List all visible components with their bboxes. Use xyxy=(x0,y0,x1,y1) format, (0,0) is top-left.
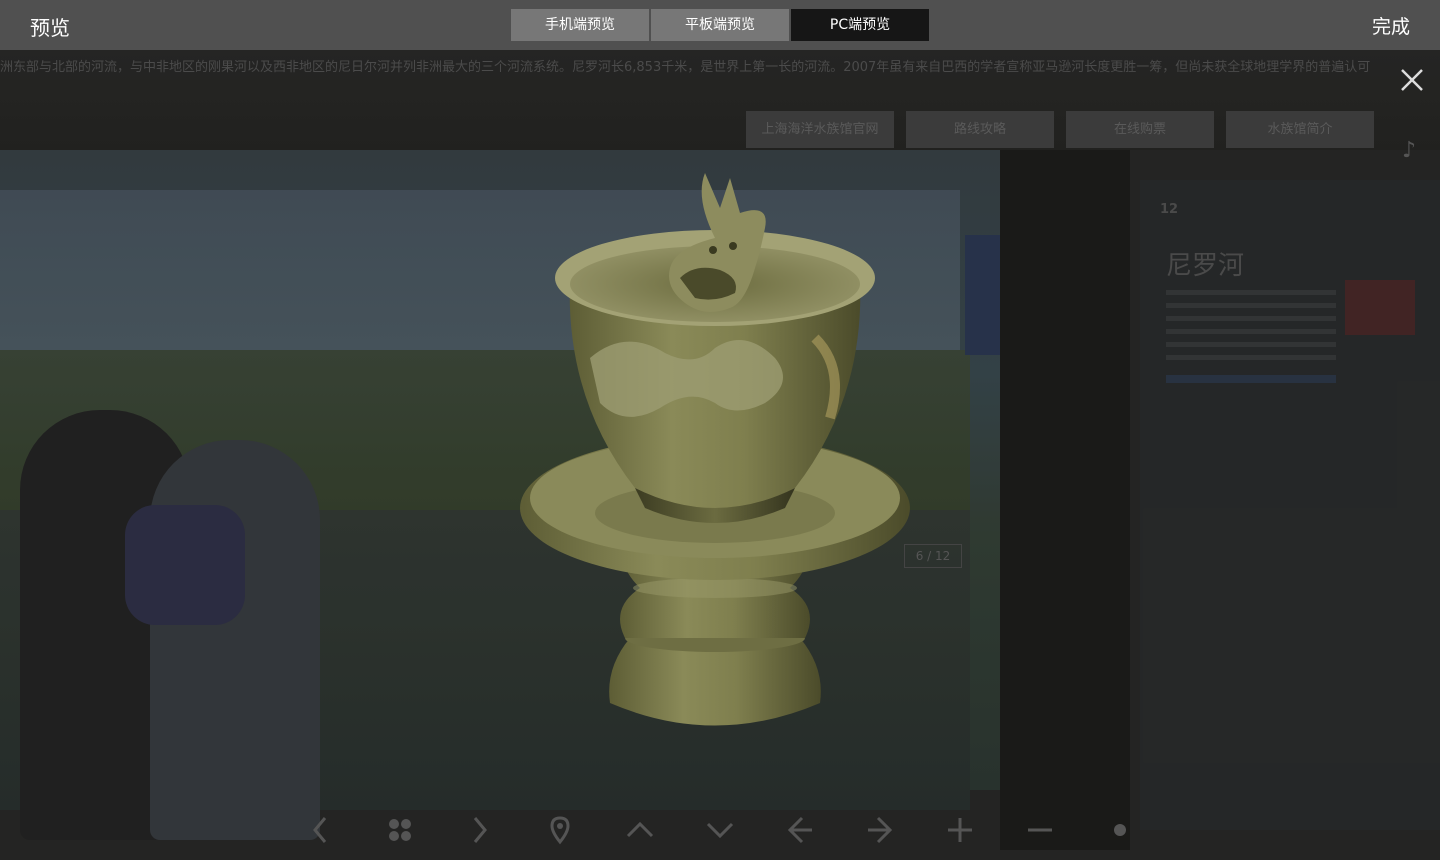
page-title: 预览 xyxy=(30,16,70,40)
prev-icon[interactable] xyxy=(300,810,340,850)
preview-tabs: 手机端预览 平板端预览 PC端预览 xyxy=(511,9,929,41)
left-arrow-icon[interactable] xyxy=(780,810,820,850)
zoom-out-icon[interactable] xyxy=(1020,810,1060,850)
nav-buttons: 上海海洋水族馆官网 路线攻略 在线购票 水族馆简介 xyxy=(746,111,1374,148)
tab-tablet-preview[interactable]: 平板端预览 xyxy=(651,9,789,41)
music-note-icon[interactable]: ♪ xyxy=(1402,138,1416,163)
marquee-text: 洲东部与北部的河流，与中非地区的刚果河以及西非地区的尼日尔河并列非洲最大的三个河… xyxy=(0,60,1371,75)
preview-stage: 12 尼罗河 洲东部与北部的河流，与中非地区的刚果河以及西非地区的尼日尔河并列非… xyxy=(0,50,1440,860)
tab-mobile-preview[interactable]: 手机端预览 xyxy=(511,9,649,41)
zoom-in-icon[interactable] xyxy=(940,810,980,850)
done-button[interactable]: 完成 xyxy=(1372,12,1410,39)
right-arrow-icon[interactable] xyxy=(860,810,900,850)
close-icon[interactable] xyxy=(1392,60,1432,100)
bottom-toolbar xyxy=(300,810,1160,850)
aquarium-intro-button[interactable]: 水族馆简介 xyxy=(1226,111,1374,148)
buy-ticket-button[interactable]: 在线购票 xyxy=(1066,111,1214,148)
next-icon[interactable] xyxy=(460,810,500,850)
up-icon[interactable] xyxy=(620,810,660,850)
top-bar: 预览 手机端预览 平板端预览 PC端预览 完成 xyxy=(0,0,1440,50)
down-icon[interactable] xyxy=(700,810,740,850)
dot-icon[interactable] xyxy=(1100,810,1140,850)
official-site-button[interactable]: 上海海洋水族馆官网 xyxy=(746,111,894,148)
route-guide-button[interactable]: 路线攻略 xyxy=(906,111,1054,148)
location-icon[interactable] xyxy=(540,810,580,850)
celadon-dragon-cup xyxy=(520,173,910,726)
grid-icon[interactable] xyxy=(380,810,420,850)
tab-pc-preview[interactable]: PC端预览 xyxy=(791,9,929,41)
